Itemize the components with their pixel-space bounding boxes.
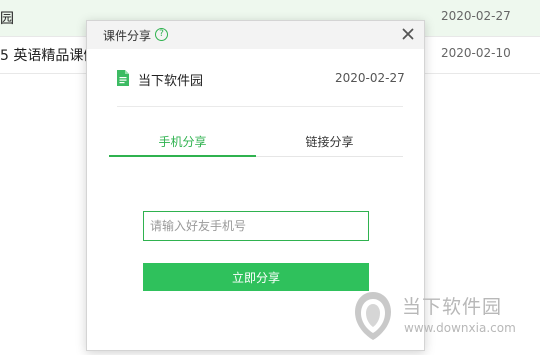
share-dialog: 课件分享 ? 当下软件园 2020-02-27 手机分享 链接分享 请输入好友手…: [86, 20, 425, 351]
file-name: 当下软件园: [138, 74, 204, 89]
list-item-name: 园: [0, 11, 14, 27]
document-icon: [117, 70, 129, 90]
divider: [117, 106, 403, 107]
list-item-name: 5 英语精品课例: [0, 48, 98, 64]
help-icon[interactable]: ?: [155, 28, 168, 41]
shared-file: 当下软件园 2020-02-27: [117, 69, 407, 89]
page: 园 2020-02-27 5 英语精品课例 2020-02-10 课件分享 ?: [0, 0, 540, 355]
tab-link-share[interactable]: 链接分享: [256, 133, 403, 156]
share-now-button[interactable]: 立即分享: [143, 263, 369, 291]
list-item-date: 2020-02-27: [441, 9, 511, 23]
close-icon[interactable]: [400, 26, 416, 42]
dialog-header: 课件分享 ?: [87, 21, 424, 49]
list-item-date: 2020-02-10: [441, 46, 511, 60]
tab-phone-share[interactable]: 手机分享: [109, 133, 256, 157]
file-date: 2020-02-27: [335, 71, 405, 85]
phone-number-input[interactable]: [143, 211, 369, 241]
dialog-title: 课件分享: [103, 29, 152, 43]
share-tabs: 手机分享 链接分享: [109, 133, 403, 157]
